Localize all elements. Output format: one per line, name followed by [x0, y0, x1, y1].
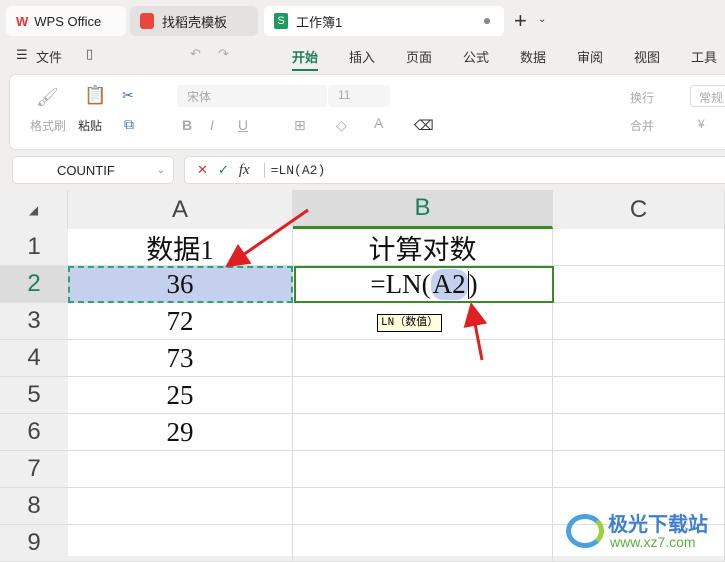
confirm-icon[interactable]: ✓ [218, 162, 229, 178]
paste-button[interactable]: 粘贴 [78, 117, 102, 134]
chevron-down-icon[interactable]: ⌄ [538, 14, 546, 25]
ribbon-toolbar: 🖌 格式刷 📋 粘贴 ✂ ⧉ 宋体 11 B I U ⊞ ◇ A ⌫ 换行 合并… [10, 75, 725, 149]
wrap-text-button[interactable]: 换行 [630, 89, 654, 106]
font-name-select[interactable]: 宋体 [177, 85, 327, 107]
menu-tools[interactable]: 工具 [691, 47, 717, 66]
save-icon[interactable]: ▯ [86, 46, 93, 62]
menu-home[interactable]: 开始 [292, 47, 319, 71]
menu-view[interactable]: 视图 [634, 47, 660, 66]
arrow-to-cursor [463, 302, 488, 361]
watermark-swirl-icon [566, 514, 604, 548]
arrow-to-a2 [225, 208, 309, 268]
underline-icon[interactable]: U [238, 117, 248, 133]
font-size-select[interactable]: 11 [328, 85, 390, 107]
font-color-icon[interactable]: A [374, 115, 383, 131]
eraser-icon[interactable]: ⌫ [414, 117, 434, 134]
cancel-icon[interactable]: ✕ [197, 162, 208, 178]
fill-color-icon[interactable]: ◇ [336, 117, 347, 134]
unsaved-dot-icon [484, 18, 490, 24]
fx-icon[interactable]: fx [239, 162, 250, 179]
bold-icon[interactable]: B [182, 117, 192, 133]
menu-insert[interactable]: 插入 [349, 47, 375, 66]
menu-data[interactable]: 数据 [520, 47, 546, 66]
format-painter-label[interactable]: 格式刷 [30, 117, 66, 134]
menu-file[interactable]: 文件 [36, 47, 62, 66]
border-icon[interactable]: ⊞ [294, 117, 306, 134]
name-box[interactable]: COUNTIF ⌄ [12, 156, 174, 184]
undo-icon[interactable]: ↶ [190, 46, 201, 62]
spreadsheet-icon: S [274, 13, 288, 29]
redo-icon[interactable]: ↷ [218, 46, 229, 62]
copy-icon[interactable]: ⧉ [124, 116, 134, 133]
tab-wps-office[interactable]: W WPS Office [6, 6, 126, 36]
wps-logo-icon: W [16, 13, 29, 29]
tab-workbook[interactable]: S 工作簿1 [264, 6, 504, 36]
format-painter-icon[interactable]: 🖌 [36, 87, 59, 108]
chevron-down-icon: ⌄ [156, 164, 165, 176]
formula-input[interactable]: =LN(A2) [263, 162, 325, 178]
italic-icon[interactable]: I [210, 117, 214, 133]
menu-page[interactable]: 页面 [406, 47, 432, 66]
menu-review[interactable]: 审阅 [577, 47, 603, 66]
tab-docer[interactable]: 找稻壳模板 [130, 6, 258, 36]
scissors-icon[interactable]: ✂ [122, 87, 134, 104]
number-format-select[interactable]: 常规 [690, 85, 725, 107]
docer-icon [140, 13, 154, 29]
annotation-arrows [225, 208, 488, 361]
menu-formula[interactable]: 公式 [463, 47, 489, 66]
watermark-logo: 极光下载站 www.xz7.com [566, 508, 721, 554]
merge-button[interactable]: 合并 [630, 117, 654, 134]
hamburger-icon[interactable]: ☰ [16, 47, 28, 63]
formula-bar: ✕ ✓ fx =LN(A2) [184, 156, 725, 184]
currency-button[interactable]: ¥ [698, 117, 705, 131]
menu-bar: ☰ 文件 ▯ ↶ ↷ 开始 插入 页面 公式 数据 审阅 视图 工具 [0, 42, 725, 71]
new-tab-button[interactable]: + [514, 8, 527, 34]
paste-icon[interactable]: 📋 [84, 85, 106, 106]
spreadsheet-grid: ◢ A B C 1 数据1 计算对数 2 36 3 72 4 73 5 25 6 29 7 8 9 =LN(A… [0, 190, 725, 562]
